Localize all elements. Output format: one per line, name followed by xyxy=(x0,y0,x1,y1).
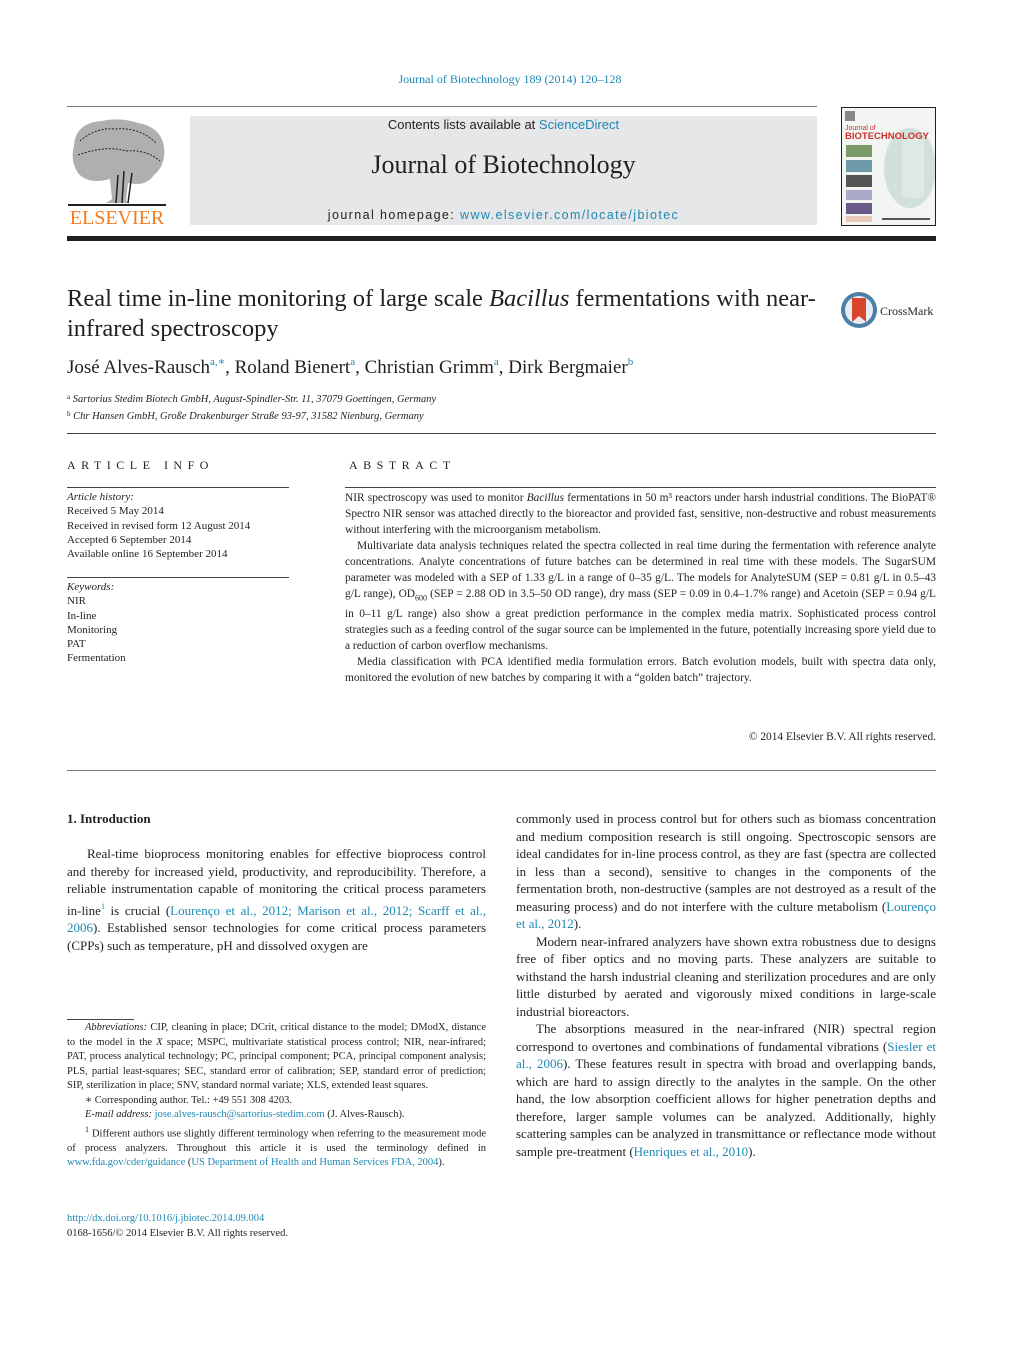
journal-homepage-link[interactable]: www.elsevier.com/locate/jbiotec xyxy=(460,208,679,222)
abbreviations-label: Abbreviations: xyxy=(85,1022,148,1033)
homepage-prefix: journal homepage: xyxy=(327,208,461,222)
history-item: Received 5 May 2014 xyxy=(67,505,164,518)
body-paragraph: Modern near-infrared analyzers have show… xyxy=(516,933,936,1019)
keyword: NIR xyxy=(67,595,86,608)
author-name[interactable]: José Alves-Rausch xyxy=(67,357,210,378)
author-name[interactable]: Christian Grimm xyxy=(365,357,494,378)
keywords: Keywords: NIR In-line Monitoring PAT Fer… xyxy=(67,580,126,666)
contents-line: Contents lists available at ScienceDirec… xyxy=(190,117,817,132)
author-affil-marker[interactable]: a xyxy=(350,356,355,368)
footnotes: Abbreviations: CIP, cleaning in place; D… xyxy=(67,1021,486,1171)
doi-block: http://dx.doi.org/10.1016/j.jbiotec.2014… xyxy=(67,1211,288,1241)
crossmark-badge[interactable]: CrossMark xyxy=(840,290,940,330)
affiliation-b: b Chr Hansen GmbH, Große Drakenburger St… xyxy=(67,407,436,424)
doi-link[interactable]: http://dx.doi.org/10.1016/j.jbiotec.2014… xyxy=(67,1213,264,1224)
affiliation-a: a Sartorius Stedim Biotech GmbH, August-… xyxy=(67,390,436,407)
article-history: Article history: Received 5 May 2014 Rec… xyxy=(67,490,250,561)
author-affil-marker[interactable]: a xyxy=(494,356,499,368)
corresponding-author-footnote: ∗ Corresponding author. Tel.: +49 551 30… xyxy=(85,1094,292,1106)
abstract-copyright: © 2014 Elsevier B.V. All rights reserved… xyxy=(748,731,936,743)
affiliation-text: Chr Hansen GmbH, Große Drakenburger Stra… xyxy=(73,411,424,422)
author-affil-marker[interactable]: a,∗ xyxy=(210,356,225,368)
body-paragraph: The absorptions measured in the near-inf… xyxy=(516,1021,937,1159)
running-head[interactable]: Journal of Biotechnology 189 (2014) 120–… xyxy=(0,72,1020,87)
body-column-left: Real-time bioprocess monitoring enables … xyxy=(67,845,486,954)
citation-link[interactable]: US Department of Health and Human Servic… xyxy=(191,1157,438,1168)
cover-title-line2: BIOTECHNOLOGY xyxy=(845,131,930,142)
italic-genus: Bacillus xyxy=(526,492,565,504)
header-thick-rule xyxy=(67,236,936,241)
elsevier-logo[interactable]: ELSEVIER xyxy=(66,115,168,229)
abstract-body: NIR spectroscopy was used to monitor Bac… xyxy=(345,490,936,686)
keyword: In-line xyxy=(67,609,97,622)
divider xyxy=(67,577,289,578)
email-label: E-mail address: xyxy=(85,1109,152,1120)
article-info-heading: ARTICLE INFO xyxy=(67,458,214,472)
affiliation-key: a xyxy=(67,393,71,401)
author-list: José Alves-Rauscha,∗, Roland Bienerta, C… xyxy=(67,356,634,378)
affiliation-key: b xyxy=(67,410,71,418)
abstract-paragraph: Multivariate data analysis techniques re… xyxy=(345,540,936,653)
abbreviations-footnote: Abbreviations: CIP, cleaning in place; D… xyxy=(67,1022,486,1091)
homepage-line: journal homepage: www.elsevier.com/locat… xyxy=(190,208,817,222)
keywords-label: Keywords: xyxy=(67,581,115,593)
divider xyxy=(67,770,936,771)
divider xyxy=(345,487,936,488)
keyword: Fermentation xyxy=(67,652,126,665)
journal-cover-image: Journal of BIOTECHNOLOGY xyxy=(842,108,935,225)
citation-link[interactable]: Henriques et al., 2010 xyxy=(634,1144,748,1159)
sciencedirect-link[interactable]: ScienceDirect xyxy=(539,117,619,132)
author-affil-marker[interactable]: b xyxy=(628,356,634,368)
crossmark-label: CrossMark xyxy=(880,304,933,318)
section-heading: 1. Introduction xyxy=(67,811,151,826)
article-title: Real time in-line monitoring of large sc… xyxy=(67,284,827,344)
author-name[interactable]: Roland Bienert xyxy=(235,357,351,378)
history-item: Received in revised form 12 August 2014 xyxy=(67,519,251,532)
keyword: Monitoring xyxy=(67,623,118,636)
author-name[interactable]: Dirk Bergmaier xyxy=(508,357,627,378)
title-italic-genus: Bacillus xyxy=(489,285,570,312)
history-label: Article history: xyxy=(67,491,134,503)
elsevier-wordmark: ELSEVIER xyxy=(70,207,165,227)
divider xyxy=(67,487,289,488)
body-column-right: commonly used in process control but for… xyxy=(516,810,936,1160)
history-item: Accepted 6 September 2014 xyxy=(67,533,192,546)
journal-name: Journal of Biotechnology xyxy=(371,150,636,179)
subscript: 600 xyxy=(415,593,428,603)
abstract-heading: ABSTRACT xyxy=(349,458,456,472)
body-paragraph: Real-time bioprocess monitoring enables … xyxy=(67,846,486,953)
contents-prefix: Contents lists available at xyxy=(387,117,539,132)
affiliations: a Sartorius Stedim Biotech GmbH, August-… xyxy=(67,390,436,424)
top-rule xyxy=(67,106,817,107)
email-footnote: E-mail address: jose.alves-rausch@sartor… xyxy=(85,1109,405,1120)
history-item: Available online 16 September 2014 xyxy=(67,548,228,561)
abstract-paragraph: Media classification with PCA identified… xyxy=(345,656,936,685)
email-link[interactable]: jose.alves-rausch@sartorius-stedim.com xyxy=(155,1109,325,1120)
issn-copyright: 0168-1656/© 2014 Elsevier B.V. All right… xyxy=(67,1228,288,1239)
crossmark-icon: CrossMark xyxy=(841,292,933,328)
journal-cover-thumbnail[interactable]: Journal of BIOTECHNOLOGY xyxy=(841,107,936,226)
fda-guidance-link[interactable]: www.fda.gov/cder/guidance xyxy=(67,1157,185,1168)
elsevier-tree-icon: ELSEVIER xyxy=(66,115,168,229)
footnote-1: 1 Different authors use slightly differe… xyxy=(67,1124,486,1169)
keyword: PAT xyxy=(67,638,86,651)
footnote-rule xyxy=(67,1019,134,1020)
affiliation-text: Sartorius Stedim Biotech GmbH, August-Sp… xyxy=(72,394,437,405)
abstract-paragraph: NIR spectroscopy was used to monitor Bac… xyxy=(345,492,936,536)
body-paragraph: commonly used in process control but for… xyxy=(516,811,936,931)
title-part-1: Real time in-line monitoring of large sc… xyxy=(67,285,490,312)
divider xyxy=(67,433,936,434)
